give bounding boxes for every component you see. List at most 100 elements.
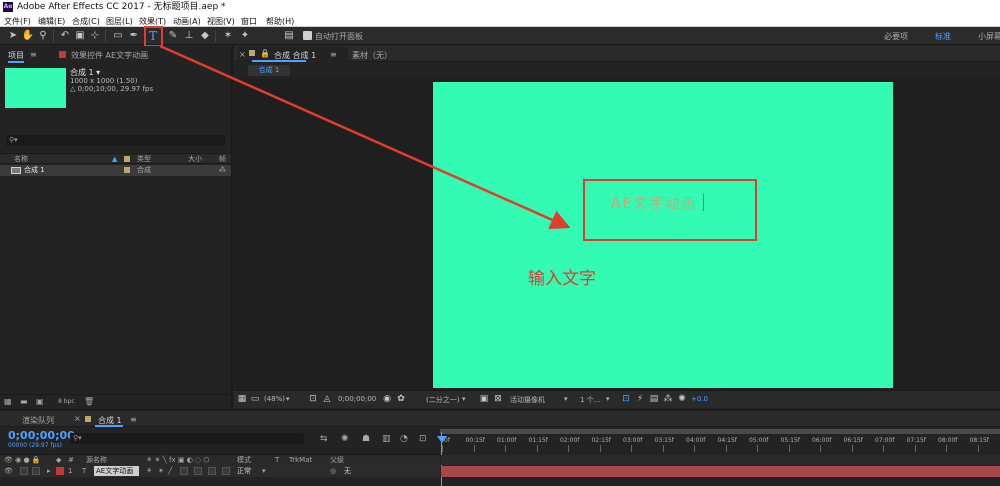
- playhead-handle[interactable]: [437, 436, 447, 443]
- rectangle-tool-icon[interactable]: ▭: [111, 29, 125, 43]
- menu-edit[interactable]: 编辑(E): [38, 16, 65, 27]
- close-tab-icon[interactable]: ×: [74, 414, 81, 423]
- layer-mode-dropdown[interactable]: 正常: [237, 465, 251, 477]
- menu-help[interactable]: 帮助(H): [266, 16, 294, 27]
- eraser-tool-icon[interactable]: ◆: [198, 29, 212, 43]
- zoom-dropdown[interactable]: (48%): [264, 395, 285, 403]
- rotate-tool-icon[interactable]: ↶: [58, 29, 72, 43]
- display-icon[interactable]: ▭: [250, 394, 260, 404]
- panel-layout-icon[interactable]: ▤: [282, 29, 296, 43]
- project-search-input[interactable]: ⚲▾: [6, 135, 225, 146]
- menu-layer[interactable]: 图层(L): [106, 16, 133, 27]
- fast-previews-icon[interactable]: ⚡: [635, 394, 645, 404]
- toggle-pixel-aspect-icon[interactable]: ⊡: [621, 394, 631, 404]
- layer-name[interactable]: AE文字动画: [94, 466, 139, 476]
- draft-3d-icon[interactable]: ✺: [341, 434, 349, 444]
- label-color-swatch[interactable]: [124, 167, 130, 173]
- effect-controls-tab[interactable]: 效果控件 AE文字动画: [71, 50, 148, 61]
- expand-arrow-icon[interactable]: ▸: [47, 465, 51, 477]
- selection-tool-icon[interactable]: ➤: [6, 29, 20, 43]
- new-folder-icon[interactable]: ▬: [20, 397, 28, 406]
- brush-tool-icon[interactable]: ✎: [166, 29, 180, 43]
- graph-editor-icon[interactable]: ⊡: [419, 434, 427, 444]
- motion-blur-switch[interactable]: [208, 467, 216, 475]
- lock-toggle[interactable]: [32, 467, 40, 475]
- menu-animation[interactable]: 动画(A): [173, 16, 201, 27]
- column-t[interactable]: T: [275, 455, 279, 465]
- hand-tool-icon[interactable]: ✋: [21, 29, 35, 43]
- always-preview-icon[interactable]: ▦: [237, 394, 247, 404]
- comp-canvas[interactable]: AE文字动画 输入文字: [433, 82, 893, 388]
- 3d-layer-switch[interactable]: [222, 467, 230, 475]
- menu-file[interactable]: 文件(F): [4, 16, 31, 27]
- project-tab[interactable]: 项目: [8, 50, 24, 61]
- shy-layers-icon[interactable]: ☗: [362, 434, 370, 444]
- column-mode[interactable]: 模式: [237, 455, 251, 465]
- column-trkmat[interactable]: TrkMat: [289, 455, 312, 465]
- region-of-interest-icon[interactable]: ▣: [479, 394, 489, 404]
- solo-toggle[interactable]: [20, 467, 28, 475]
- bpc-toggle[interactable]: 8 bpc: [58, 398, 75, 405]
- safe-margins-icon[interactable]: ⊡: [308, 394, 318, 404]
- chevron-down-icon[interactable]: ▾: [262, 465, 266, 477]
- zoom-tool-icon[interactable]: ⚲: [36, 29, 50, 43]
- column-frame[interactable]: 帧: [219, 154, 226, 164]
- workspace-essentials[interactable]: 必要项: [884, 31, 908, 42]
- column-parent[interactable]: 父级: [330, 455, 344, 465]
- footage-tab[interactable]: 素材（无）: [352, 50, 392, 61]
- column-name[interactable]: 名称: [14, 154, 28, 164]
- lock-icon[interactable]: 🔒: [260, 49, 270, 58]
- eye-icon[interactable]: 👁: [4, 465, 13, 477]
- transparency-grid-icon[interactable]: ⊠: [493, 394, 503, 404]
- comp-mini-flowchart-icon[interactable]: ⇆: [320, 434, 328, 444]
- resolution-dropdown[interactable]: (二分之一): [426, 395, 459, 405]
- chevron-down-icon[interactable]: ▾: [564, 395, 568, 403]
- column-source-name[interactable]: 源名称: [86, 455, 107, 465]
- layer-duration-bar[interactable]: [441, 466, 1000, 477]
- frame-blending-icon[interactable]: ▥: [382, 434, 391, 444]
- exposure-value[interactable]: +0.0: [691, 395, 708, 403]
- collapse-switch-icon[interactable]: ✶: [158, 465, 164, 477]
- project-item-row[interactable]: 合成 1 合成 ⁂: [0, 165, 231, 176]
- pan-behind-tool-icon[interactable]: ⊹: [88, 29, 102, 43]
- shy-switch-icon[interactable]: ⚘: [146, 465, 152, 477]
- workspace-small-screen[interactable]: 小屏幕: [978, 31, 1000, 42]
- auto-open-panel-checkbox[interactable]: [303, 31, 312, 40]
- comp-breadcrumb[interactable]: 合成 1: [248, 65, 290, 76]
- puppet-pin-tool-icon[interactable]: ✦: [238, 29, 252, 43]
- quality-switch-icon[interactable]: ╱: [168, 465, 172, 477]
- panel-menu-icon[interactable]: ≡: [130, 415, 137, 424]
- current-time-display[interactable]: 0;00;00;00: [8, 429, 75, 442]
- chevron-down-icon[interactable]: ▾: [462, 395, 466, 403]
- pick-whip-icon[interactable]: ◎: [330, 465, 336, 477]
- flowchart-icon[interactable]: ⁂: [663, 394, 673, 404]
- new-composition-icon[interactable]: ▣: [36, 397, 44, 406]
- roto-brush-tool-icon[interactable]: ✶: [221, 29, 235, 43]
- pen-tool-icon[interactable]: ✒: [127, 29, 141, 43]
- layer-row[interactable]: 👁 ▸ 1 T AE文字动画 ⚘ ✶ ╱ 正常 ▾ ◎ 无: [0, 465, 440, 477]
- fx-switch[interactable]: [180, 467, 188, 475]
- column-size[interactable]: 大小: [188, 154, 202, 164]
- views-dropdown[interactable]: 1 个...: [580, 395, 600, 405]
- delete-icon[interactable]: 🗑: [84, 397, 94, 406]
- menu-view[interactable]: 视图(V): [207, 16, 235, 27]
- show-channel-icon[interactable]: ✿: [396, 394, 406, 404]
- camera-tool-icon[interactable]: ▣: [73, 29, 87, 43]
- sort-asc-icon[interactable]: ▲: [112, 154, 117, 164]
- chevron-down-icon[interactable]: ▾: [606, 395, 610, 403]
- mask-visibility-icon[interactable]: ◬: [322, 394, 332, 404]
- reset-exposure-icon[interactable]: ✺: [677, 394, 687, 404]
- render-queue-tab[interactable]: 渲染队列: [22, 415, 54, 426]
- canvas-text-layer[interactable]: AE文字动画: [611, 193, 697, 213]
- viewer-timecode[interactable]: 0;00;00;00: [338, 395, 376, 403]
- close-tab-icon[interactable]: ×: [239, 50, 246, 59]
- chevron-down-icon[interactable]: ▾: [286, 395, 290, 403]
- panel-menu-icon[interactable]: ≡: [30, 50, 37, 59]
- column-type[interactable]: 类型: [137, 154, 151, 164]
- parent-dropdown[interactable]: 无: [344, 465, 351, 477]
- clone-stamp-tool-icon[interactable]: ⊥: [182, 29, 196, 43]
- motion-blur-icon[interactable]: ◔: [400, 434, 408, 444]
- panel-menu-icon[interactable]: ≡: [330, 50, 337, 59]
- comp-viewer[interactable]: AE文字动画 输入文字: [234, 79, 1000, 390]
- snapshot-icon[interactable]: ◉: [382, 394, 392, 404]
